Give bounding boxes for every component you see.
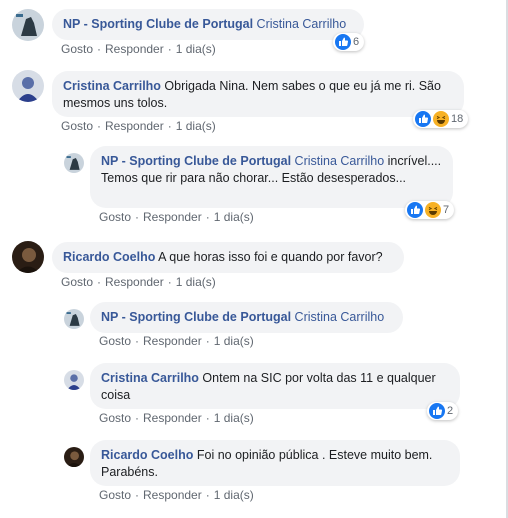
comment-actions: Gosto · Responder · 1 dia(s): [99, 411, 254, 425]
comment-timestamp[interactable]: 1 dia(s): [176, 119, 216, 133]
reaction-count: 7: [443, 204, 450, 216]
comment-actions: Gosto · Responder · 1 dia(s): [61, 119, 216, 133]
comment-author-link[interactable]: Ricardo Coelho: [63, 250, 155, 264]
comment-bubble: NP - Sporting Clube de Portugal Cristina…: [90, 302, 403, 333]
comment-author-link[interactable]: Cristina Carrilho: [63, 79, 161, 93]
comment-bubble: Cristina Carrilho Ontem na SIC por volta…: [90, 363, 460, 409]
comment-author-link[interactable]: Cristina Carrilho: [101, 371, 199, 385]
reply-button[interactable]: Responder: [143, 411, 202, 425]
reaction-summary[interactable]: 18: [413, 110, 469, 128]
avatar-np-sporting[interactable]: [64, 309, 84, 329]
comment-timestamp[interactable]: 1 dia(s): [176, 275, 216, 289]
reaction-summary[interactable]: 7: [405, 201, 455, 219]
comment-author-link[interactable]: NP - Sporting Clube de Portugal: [101, 154, 291, 168]
reaction-count: 2: [447, 405, 454, 417]
haha-reaction-icon: [433, 111, 449, 127]
avatar-ricardo-coelho[interactable]: [12, 241, 44, 273]
comment-bubble: Ricardo Coelho A que horas isso foi e qu…: [52, 242, 404, 273]
comment-actions: Gosto · Responder · 1 dia(s): [99, 334, 254, 348]
tagged-user-link[interactable]: Cristina Carrilho: [295, 310, 385, 324]
comment-actions: Gosto · Responder · 1 dia(s): [99, 488, 254, 502]
like-button[interactable]: Gosto: [99, 411, 131, 425]
comment-bubble: NP - Sporting Clube de Portugal Cristina…: [90, 146, 453, 208]
tagged-user-link[interactable]: Cristina Carrilho: [295, 154, 385, 168]
like-reaction-icon: [407, 202, 423, 218]
like-button[interactable]: Gosto: [99, 210, 131, 224]
reply-button[interactable]: Responder: [105, 119, 164, 133]
like-reaction-icon: [429, 403, 445, 419]
reply-button[interactable]: Responder: [143, 334, 202, 348]
reply-button[interactable]: Responder: [105, 42, 164, 56]
reaction-count: 6: [353, 36, 360, 48]
like-button[interactable]: Gosto: [99, 334, 131, 348]
reaction-summary[interactable]: 6: [333, 33, 365, 51]
avatar-cristina-carrilho[interactable]: [64, 370, 84, 390]
like-button[interactable]: Gosto: [61, 119, 93, 133]
comment-author-link[interactable]: Ricardo Coelho: [101, 448, 193, 462]
like-button[interactable]: Gosto: [99, 488, 131, 502]
reply-button[interactable]: Responder: [143, 210, 202, 224]
like-reaction-icon: [335, 34, 351, 50]
reply-button[interactable]: Responder: [105, 275, 164, 289]
comment-actions: Gosto · Responder · 1 dia(s): [99, 210, 254, 224]
comment-bubble: Cristina Carrilho Obrigada Nina. Nem sab…: [52, 71, 464, 117]
comment-author-link[interactable]: NP - Sporting Clube de Portugal: [101, 310, 291, 324]
comment-actions: Gosto · Responder · 1 dia(s): [61, 275, 216, 289]
comment-timestamp[interactable]: 1 dia(s): [214, 334, 254, 348]
avatar-ricardo-coelho[interactable]: [64, 447, 84, 467]
comment-timestamp[interactable]: 1 dia(s): [214, 488, 254, 502]
comment-timestamp[interactable]: 1 dia(s): [176, 42, 216, 56]
reply-button[interactable]: Responder: [143, 488, 202, 502]
avatar-np-sporting[interactable]: [64, 153, 84, 173]
haha-reaction-icon: [425, 202, 441, 218]
like-button[interactable]: Gosto: [61, 42, 93, 56]
reaction-summary[interactable]: 2: [427, 402, 459, 420]
avatar-cristina-carrilho[interactable]: [12, 70, 44, 102]
like-reaction-icon: [415, 111, 431, 127]
reaction-count: 18: [451, 113, 464, 125]
comment-author-link[interactable]: NP - Sporting Clube de Portugal: [63, 17, 253, 31]
comment-timestamp[interactable]: 1 dia(s): [214, 210, 254, 224]
comment-bubble: Ricardo Coelho Foi no opinião pública . …: [90, 440, 460, 486]
comment-bubble: NP - Sporting Clube de Portugal Cristina…: [52, 9, 364, 40]
avatar-np-sporting[interactable]: [12, 9, 44, 41]
comment-timestamp[interactable]: 1 dia(s): [214, 411, 254, 425]
comment-actions: Gosto · Responder · 1 dia(s): [61, 42, 216, 56]
like-button[interactable]: Gosto: [61, 275, 93, 289]
tagged-user-link[interactable]: Cristina Carrilho: [257, 17, 347, 31]
comment-text: A que horas isso foi e quando por favor?: [158, 250, 383, 264]
